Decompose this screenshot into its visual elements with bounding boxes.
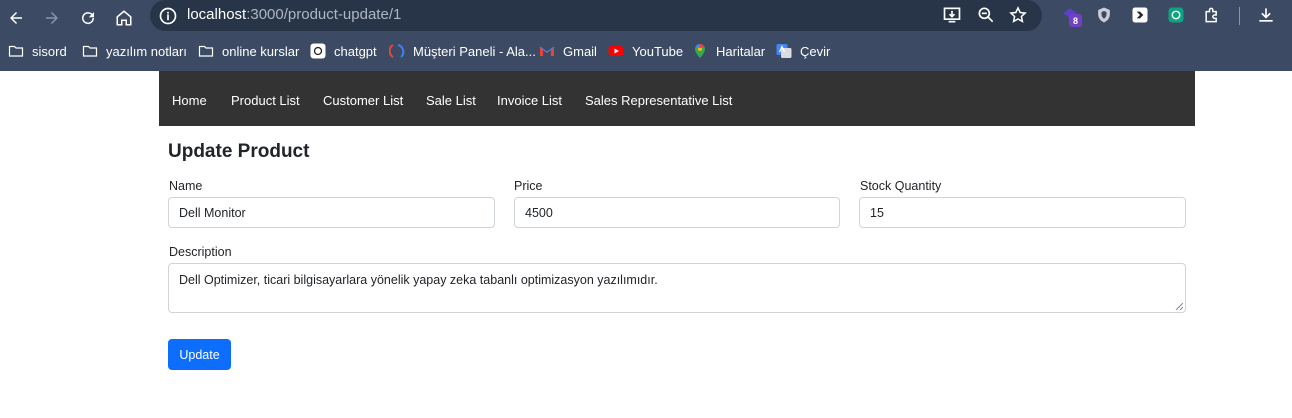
nav-home[interactable]: Home bbox=[172, 93, 207, 108]
download-icon[interactable] bbox=[1256, 5, 1276, 25]
chatgpt-icon bbox=[310, 43, 326, 59]
chatgpt-extension-icon[interactable] bbox=[1166, 5, 1186, 25]
folder-icon bbox=[82, 45, 98, 57]
price-label: Price bbox=[514, 179, 543, 193]
page-title: Update Product bbox=[168, 141, 310, 162]
bookmark-yazilim-notlari[interactable]: yazılım notları bbox=[82, 41, 187, 61]
name-label: Name bbox=[169, 179, 203, 193]
app-navbar: Home Product List Customer List Sale Lis… bbox=[159, 71, 1195, 126]
bookmark-chatgpt[interactable]: chatgpt bbox=[310, 41, 377, 61]
extensions-puzzle-icon[interactable] bbox=[1202, 5, 1222, 25]
bookmark-label: Haritalar bbox=[716, 43, 766, 59]
nav-customer-list[interactable]: Customer List bbox=[323, 93, 403, 108]
price-input[interactable]: 4500 bbox=[514, 197, 840, 228]
browser-toolbar: localhost:3000/product-update/1 8 bbox=[0, 0, 1292, 36]
folder-icon bbox=[8, 45, 24, 57]
description-text: Dell Optimizer, ticari bilgisayarlara yö… bbox=[179, 273, 658, 287]
bookmark-label: online kurslar bbox=[222, 43, 300, 59]
shield-icon[interactable] bbox=[1094, 5, 1114, 25]
bookmark-label: Çevir bbox=[800, 43, 831, 59]
bookmark-star-icon[interactable] bbox=[1008, 5, 1028, 25]
bookmark-label: chatgpt bbox=[334, 43, 377, 59]
bookmark-label: sisord bbox=[32, 43, 67, 59]
extension-purple-icon[interactable]: 8 bbox=[1060, 5, 1082, 27]
description-label: Description bbox=[169, 245, 232, 259]
bookmarks-bar: sisord yazılım notları online kurslar ch… bbox=[0, 36, 1292, 66]
bookmark-label: Müşteri Paneli - Ala... bbox=[413, 43, 536, 59]
bookmark-gmail[interactable]: Gmail bbox=[539, 41, 597, 61]
stock-quantity-label: Stock Quantity bbox=[860, 179, 942, 193]
customer-panel-icon bbox=[389, 44, 405, 58]
forward-icon[interactable] bbox=[40, 6, 64, 30]
bookmark-label: YouTube bbox=[632, 43, 684, 59]
bookmark-haritalar[interactable]: Haritalar bbox=[692, 41, 765, 61]
site-info-icon[interactable] bbox=[158, 6, 178, 26]
zoom-icon[interactable] bbox=[976, 5, 996, 25]
bookmark-musteri-paneli[interactable]: Müşteri Paneli - Ala... bbox=[389, 41, 536, 61]
resize-handle-icon[interactable] bbox=[1175, 302, 1183, 310]
maps-icon bbox=[695, 44, 705, 58]
nav-sale-list[interactable]: Sale List bbox=[426, 93, 476, 108]
toolbar-divider bbox=[1239, 7, 1240, 25]
folder-icon bbox=[198, 45, 214, 57]
bookmark-label: Gmail bbox=[563, 43, 597, 59]
youtube-icon bbox=[608, 46, 624, 56]
bookmark-label: yazılım notları bbox=[106, 43, 187, 59]
url-text[interactable]: localhost:3000/product-update/1 bbox=[187, 6, 401, 23]
extension-dark-icon[interactable] bbox=[1130, 5, 1150, 25]
home-icon[interactable] bbox=[112, 6, 136, 30]
browser-chrome: localhost:3000/product-update/1 8 sisord… bbox=[0, 0, 1292, 71]
extension-badge: 8 bbox=[1069, 14, 1082, 27]
name-input[interactable]: Dell Monitor bbox=[168, 197, 495, 228]
install-app-icon[interactable] bbox=[942, 5, 962, 25]
back-icon[interactable] bbox=[4, 6, 28, 30]
bookmark-youtube[interactable]: YouTube bbox=[608, 41, 683, 61]
description-textarea[interactable]: Dell Optimizer, ticari bilgisayarlara yö… bbox=[168, 263, 1186, 313]
stock-quantity-input[interactable]: 15 bbox=[859, 197, 1186, 228]
translate-icon bbox=[776, 44, 792, 58]
update-button[interactable]: Update bbox=[168, 339, 231, 370]
address-bar[interactable]: localhost:3000/product-update/1 bbox=[150, 0, 1042, 31]
reload-icon[interactable] bbox=[76, 6, 100, 30]
nav-sales-representative-list[interactable]: Sales Representative List bbox=[585, 93, 732, 108]
nav-invoice-list[interactable]: Invoice List bbox=[497, 93, 562, 108]
bookmark-sisord[interactable]: sisord bbox=[8, 41, 67, 61]
gmail-icon bbox=[539, 46, 555, 56]
bookmark-online-kurslar[interactable]: online kurslar bbox=[198, 41, 299, 61]
nav-product-list[interactable]: Product List bbox=[231, 93, 300, 108]
bookmark-cevir[interactable]: Çevir bbox=[776, 41, 830, 61]
